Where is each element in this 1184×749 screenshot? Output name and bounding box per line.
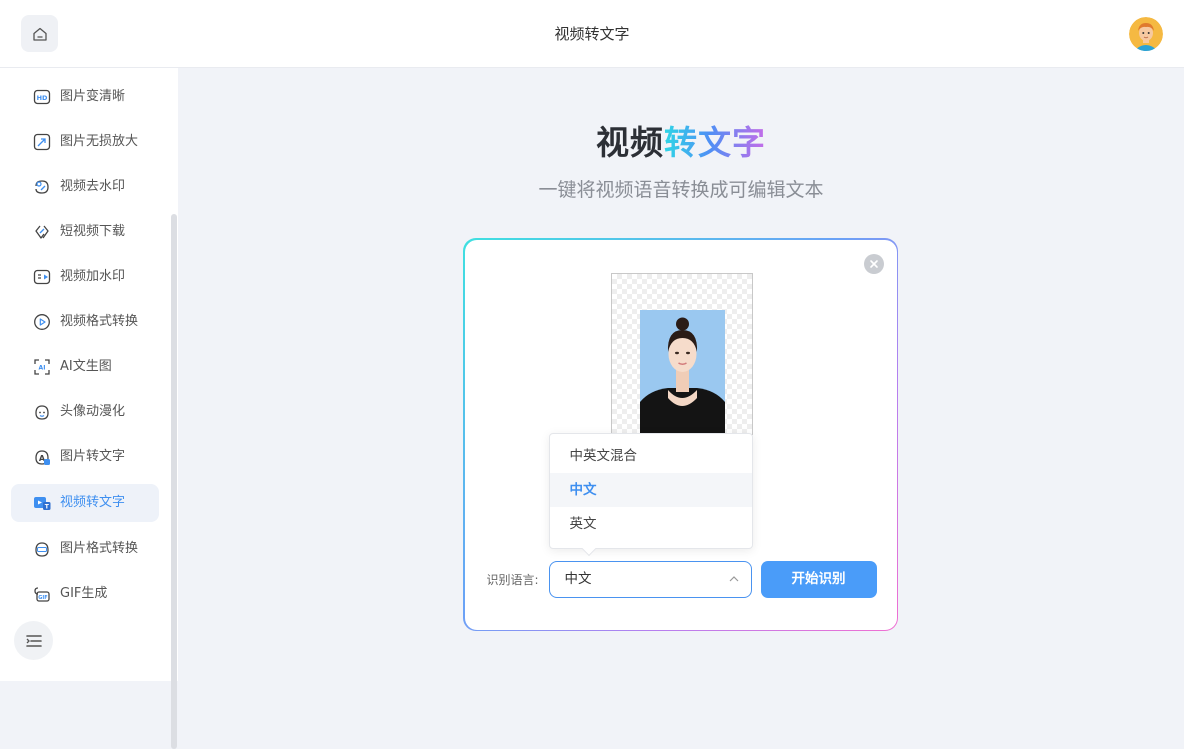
sidebar-item-label: 视频加水印 bbox=[60, 269, 126, 284]
language-option[interactable]: 英文 bbox=[550, 507, 752, 541]
sidebar-item-video-text[interactable]: T 视频转文字 bbox=[11, 484, 159, 522]
hero-title: 视频转文字 bbox=[178, 118, 1184, 168]
gif-icon: GIF bbox=[34, 587, 50, 602]
sidebar-item-label: 短视频下载 bbox=[60, 224, 126, 239]
dropdown-pointer bbox=[581, 541, 596, 556]
image-text-icon: A bbox=[35, 450, 50, 465]
cartoon-face-icon bbox=[35, 405, 49, 420]
language-select-value: 中文 bbox=[564, 570, 592, 587]
hd-icon: HD bbox=[33, 89, 51, 105]
sidebar-item-label: 图片格式转换 bbox=[60, 541, 139, 556]
sidebar-item-add-watermark[interactable]: 视频加水印 bbox=[11, 258, 159, 296]
top-bar: 视频转文字 bbox=[0, 0, 1184, 68]
svg-text:GIF: GIF bbox=[38, 595, 47, 601]
sidebar-item-watermark-remove[interactable]: 视频去水印 bbox=[11, 168, 159, 206]
hero-title-part2: 转文字 bbox=[664, 123, 766, 162]
user-avatar[interactable] bbox=[1129, 17, 1163, 51]
sidebar-item-label: 头像动漫化 bbox=[60, 404, 126, 419]
video-text-icon: T bbox=[34, 497, 51, 511]
sidebar-item-label: 图片转文字 bbox=[60, 449, 126, 464]
close-button[interactable] bbox=[863, 253, 884, 274]
sidebar-item-label: 视频格式转换 bbox=[60, 314, 139, 329]
ai-image-icon: AI bbox=[34, 359, 50, 375]
sidebar-item-gif[interactable]: GIF GIF生成 bbox=[11, 575, 159, 613]
language-dropdown: 中英文混合 中文 英文 bbox=[548, 432, 753, 556]
chevron-up-icon bbox=[729, 575, 738, 581]
svg-text:AI: AI bbox=[39, 365, 46, 372]
sidebar-item-label: 视频转文字 bbox=[60, 495, 126, 510]
sidebar: HD 图片变清晰 图片无损放大 视频去水印 短视频下载 视频加水印 视频格式转换… bbox=[0, 68, 178, 749]
language-option[interactable]: 中英文混合 bbox=[550, 439, 752, 473]
sidebar-item-image-text[interactable]: A 图片转文字 bbox=[11, 438, 159, 476]
home-button[interactable] bbox=[21, 15, 58, 52]
sidebar-item-label: 图片无损放大 bbox=[60, 134, 139, 149]
start-recognition-button[interactable]: 开始识别 bbox=[760, 560, 877, 598]
upload-card: 中英文混合 中文 英文 识别语言: 中文 开始识别 bbox=[463, 238, 898, 631]
language-label: 识别语言: bbox=[486, 572, 539, 587]
enlarge-icon bbox=[33, 133, 51, 151]
language-option-selected[interactable]: 中文 bbox=[549, 472, 752, 507]
hero-title-part1: 视频 bbox=[596, 123, 664, 162]
sidebar-item-image-format[interactable]: 图片格式转换 bbox=[11, 530, 159, 568]
preview-photo bbox=[639, 309, 725, 434]
sidebar-item-enlarge[interactable]: 图片无损放大 bbox=[11, 123, 159, 161]
sidebar-item-ai-image[interactable]: AI AI文生图 bbox=[11, 348, 159, 386]
sidebar-item-label: GIF生成 bbox=[60, 586, 108, 601]
home-icon bbox=[32, 27, 47, 41]
add-watermark-icon bbox=[33, 269, 51, 285]
sidebar-item-hd[interactable]: HD 图片变清晰 bbox=[11, 78, 159, 116]
media-preview bbox=[610, 272, 753, 435]
sidebar-item-cartoon[interactable]: 头像动漫化 bbox=[11, 393, 159, 431]
play-circle-icon bbox=[34, 314, 50, 330]
sidebar-item-video-format[interactable]: 视频格式转换 bbox=[11, 303, 159, 341]
download-link-icon bbox=[35, 225, 49, 239]
sidebar-scrollbar[interactable] bbox=[171, 214, 177, 749]
svg-text:HD: HD bbox=[37, 94, 48, 102]
collapse-menu-button[interactable] bbox=[14, 621, 53, 660]
close-icon bbox=[869, 259, 878, 268]
collapse-menu-icon bbox=[25, 634, 42, 647]
hero-subtitle: 一键将视频语音转换成可编辑文本 bbox=[538, 179, 824, 201]
sidebar-item-label: AI文生图 bbox=[60, 359, 112, 374]
language-select[interactable]: 中文 bbox=[548, 560, 752, 598]
sidebar-item-label: 图片变清晰 bbox=[60, 89, 126, 104]
page-title: 视频转文字 bbox=[554, 25, 630, 43]
image-format-icon bbox=[35, 542, 49, 557]
upload-card-body: 中英文混合 中文 英文 识别语言: 中文 开始识别 bbox=[464, 239, 897, 630]
sidebar-item-label: 视频去水印 bbox=[60, 179, 126, 194]
sidebar-item-download[interactable]: 短视频下载 bbox=[11, 213, 159, 251]
watermark-remove-icon bbox=[35, 180, 49, 194]
